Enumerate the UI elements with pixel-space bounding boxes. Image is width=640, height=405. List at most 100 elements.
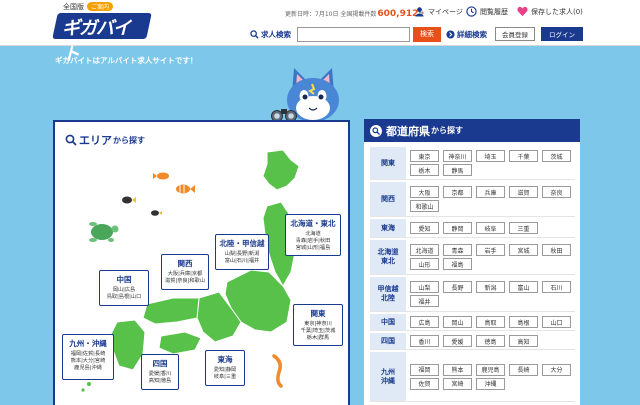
prefecture-button[interactable]: 神奈川 — [443, 150, 472, 162]
pref-button-group: 北海道 青森 岩手 宮城 秋田山形 福島 — [406, 240, 575, 274]
login-button[interactable]: ログイン — [541, 27, 583, 41]
pref-button-group: 大阪 京都 兵庫 滋賀 奈良和歌山 — [406, 182, 575, 216]
region-chugoku[interactable]: 中国 岡山|広島 鳥取|島根|山口 — [99, 270, 149, 306]
prefecture-button[interactable]: 宮崎 — [443, 377, 472, 390]
prefecture-button[interactable]: 秋田 — [542, 244, 571, 256]
pref-button-group: 香川 愛媛 徳島 高知 — [406, 333, 575, 349]
mypage-link[interactable]: マイページ — [414, 6, 463, 17]
pref-row: 関東 東京 神奈川 埼玉 千葉 茨城栃木 静馬 — [370, 147, 575, 180]
region-tokai[interactable]: 東海 愛知|静岡 岐阜|三重 — [205, 350, 245, 386]
prefecture-button[interactable]: 沖縄 — [476, 377, 505, 390]
pref-row-label: 九州 沖縄 — [370, 352, 406, 401]
region-kansai[interactable]: 関西 大阪|兵庫|京都 滋賀|奈良|和歌山 — [161, 254, 209, 290]
region-kanto[interactable]: 関東 東京|神奈川 千葉|埼玉|茨城 栃木|群馬 — [293, 304, 343, 346]
prefecture-button[interactable]: 愛媛 — [443, 335, 472, 347]
prefecture-button[interactable]: 長崎 — [509, 363, 538, 376]
prefecture-button[interactable]: 岩手 — [476, 244, 505, 256]
prefecture-button[interactable]: 香川 — [410, 335, 439, 347]
pref-button-group: 広島 岡山 鳥取 島根 山口 — [406, 314, 575, 330]
prefecture-button[interactable]: 宮城 — [509, 244, 538, 256]
prefecture-button[interactable]: 福岡 — [410, 363, 439, 376]
prefecture-button[interactable]: 埼玉 — [476, 150, 505, 162]
prefecture-button[interactable]: 福井 — [410, 295, 439, 307]
prefecture-button[interactable]: 福島 — [443, 258, 472, 270]
prefecture-search-panel: 都道府県 から探す 関東 東京 神奈川 埼玉 千葉 茨城栃木 静馬関西 大阪 京都 兵庫 滋賀 奈良和歌… — [364, 119, 580, 405]
search-button[interactable]: 検索 — [413, 26, 441, 42]
prefecture-button[interactable]: 鹿児島 — [476, 363, 505, 376]
prefecture-button[interactable]: 新潟 — [476, 281, 505, 293]
prefecture-button[interactable]: 長野 — [443, 281, 472, 293]
prefecture-button[interactable]: 鳥取 — [476, 316, 505, 328]
shrimp-icon — [272, 354, 283, 388]
prefecture-button[interactable]: 兵庫 — [476, 186, 505, 198]
area-search-panel: エリア から探す 北海道・東北 北海道 青森|岩手|秋田 宮城|山形|福島 北陸・甲信… — [53, 120, 350, 405]
saved-jobs-link[interactable]: 保存した求人(0) — [517, 6, 583, 17]
prefecture-button[interactable]: 和歌山 — [410, 200, 439, 212]
prefecture-button[interactable]: 山形 — [410, 258, 439, 270]
prefecture-button[interactable]: 滋賀 — [509, 186, 538, 198]
search-icon — [250, 29, 259, 39]
search-label: 求人検索 — [250, 29, 291, 40]
history-link[interactable]: 閲覧履歴 — [466, 6, 508, 17]
pref-row-label: 関東 — [370, 147, 406, 179]
pref-row: 東海 愛知 静岡 岐阜 三重 — [370, 219, 575, 238]
pref-row: 北海道 東北 北海道 青森 岩手 宮城 秋田山形 福島 — [370, 240, 575, 275]
prefecture-button[interactable]: 三重 — [509, 222, 538, 234]
region-shikoku[interactable]: 四国 愛媛|香川 高知|徳島 — [141, 354, 179, 390]
prefecture-button[interactable]: 佐賀 — [410, 377, 439, 390]
prefecture-button[interactable]: 奈良 — [542, 186, 571, 198]
prefecture-button[interactable]: 千葉 — [509, 150, 538, 162]
search-bar: 求人検索 検索 詳細検索 — [250, 26, 487, 42]
prefecture-button[interactable]: 静岡 — [443, 222, 472, 234]
detail-search-link[interactable]: 詳細検索 — [446, 29, 487, 40]
prefecture-button[interactable]: 静馬 — [443, 164, 472, 176]
prefecture-button[interactable]: 山梨 — [410, 281, 439, 293]
area-title: エリア から探す — [65, 132, 145, 148]
heart-icon — [517, 6, 528, 17]
prefecture-button[interactable]: 青森 — [443, 244, 472, 256]
prefecture-button[interactable]: 茨城 — [542, 150, 571, 162]
prefecture-button[interactable]: 富山 — [509, 281, 538, 293]
prefecture-button[interactable]: 東京 — [410, 150, 439, 162]
search-input[interactable] — [297, 26, 410, 42]
region-hokkaido-tohoku[interactable]: 北海道・東北 北海道 青森|岩手|秋田 宮城|山形|福島 — [285, 214, 341, 256]
logo-edition: 全国版 ご案内 — [63, 2, 114, 12]
prefecture-button[interactable]: 栃木 — [410, 164, 439, 176]
pref-button-group: 愛知 静岡 岐阜 三重 — [406, 219, 575, 237]
prefecture-button[interactable]: 大分 — [542, 363, 571, 376]
update-info: 更新日時：7月10日 全国掲載件数600,912件 — [285, 9, 424, 19]
prefecture-button[interactable]: 山口 — [542, 316, 571, 328]
pref-row-label: 甲信越 北陸 — [370, 277, 406, 311]
prefecture-button[interactable]: 広島 — [410, 316, 439, 328]
pref-row: 四国 香川 愛媛 徳島 高知 — [370, 333, 575, 350]
prefecture-button[interactable]: 石川 — [542, 281, 571, 293]
prefecture-button[interactable]: 高知 — [509, 335, 538, 347]
prefecture-button[interactable]: 島根 — [509, 316, 538, 328]
prefecture-button[interactable]: 愛知 — [410, 222, 439, 234]
pref-row: 関西 大阪 京都 兵庫 滋賀 奈良和歌山 — [370, 182, 575, 217]
prefecture-button[interactable]: 大阪 — [410, 186, 439, 198]
prefecture-button[interactable]: 熊本 — [443, 363, 472, 376]
site-header: 全国版ご案内 ギガバイト 更新日時：7月10日 全国掲載件数600,912件 マ… — [0, 0, 640, 65]
search-icon — [65, 134, 77, 146]
pref-section-title: 都道府県 から探す — [364, 119, 580, 142]
pref-row-label: 北海道 東北 — [370, 240, 406, 274]
region-kyushu-okinawa[interactable]: 九州・沖縄 福岡|佐賀|長崎 熊本|大分|宮崎 鹿児島|沖縄 — [62, 334, 114, 380]
region-hokuriku-koshinetsu[interactable]: 北陸・甲信越 山梨|長野|新潟 富山|石川|福井 — [215, 234, 269, 270]
pref-row: 九州 沖縄 福岡 熊本 鹿児島 長崎 大分佐賀 宮崎 沖縄 — [370, 352, 575, 402]
job-count: 600,912 — [377, 9, 419, 19]
pref-row-label: 東海 — [370, 219, 406, 237]
prefecture-button[interactable]: 徳島 — [476, 335, 505, 347]
logo-badge: ご案内 — [87, 2, 114, 11]
member-register-button[interactable]: 会員登録 — [495, 27, 535, 41]
pref-row-label: 四国 — [370, 333, 406, 349]
pref-row-label: 関西 — [370, 182, 406, 216]
site-logo[interactable]: 全国版 ご案内 ギガバイト — [52, 2, 152, 65]
search-icon — [370, 124, 382, 137]
prefecture-button[interactable]: 岡山 — [443, 316, 472, 328]
pref-row: 中国 広島 岡山 鳥取 島根 山口 — [370, 314, 575, 331]
pref-row-label: 中国 — [370, 314, 406, 330]
prefecture-button[interactable]: 京都 — [443, 186, 472, 198]
prefecture-button[interactable]: 北海道 — [410, 244, 439, 256]
prefecture-button[interactable]: 岐阜 — [476, 222, 505, 234]
